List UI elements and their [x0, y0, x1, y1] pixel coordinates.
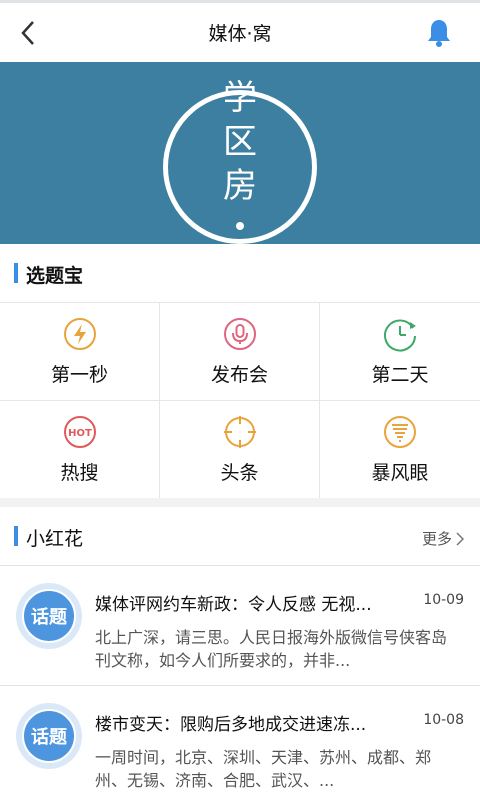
section-title: 选题宝	[26, 265, 84, 287]
banner-char: 房	[223, 166, 257, 206]
clock-refresh-icon	[384, 319, 416, 352]
section-accent	[14, 263, 18, 283]
page-title: 媒体·窝	[208, 23, 272, 45]
lightning-icon	[63, 318, 96, 350]
topic-press-conference[interactable]: 发布会	[160, 302, 320, 400]
crosshair-icon	[223, 416, 256, 448]
news-item[interactable]: 话题 楼市变天：限购后多地成交进速冻... 10-08 一周时间，北京、深圳、天…	[0, 685, 480, 800]
svg-text:HOT: HOT	[68, 428, 92, 439]
more-label: 更多	[421, 530, 452, 548]
bell-icon	[428, 20, 450, 47]
banner-dot	[236, 222, 244, 230]
section-accent	[14, 526, 18, 546]
hot-icon: HOT	[63, 416, 96, 448]
section-title: 小红花	[26, 528, 84, 550]
tornado-icon	[384, 416, 416, 448]
news-date: 10-08	[423, 712, 464, 728]
topic-label: 发布会	[210, 364, 268, 386]
topic-label: 暴风眼	[371, 462, 429, 484]
topic-storm-eye[interactable]: 暴风眼	[320, 400, 480, 498]
flowers-section-header: 小红花 更多	[0, 507, 480, 565]
topic-badge: 话题	[16, 703, 82, 769]
topic-headline[interactable]: 头条	[160, 400, 320, 498]
news-title: 媒体评网约车新政：令人反感 无视...	[95, 595, 372, 615]
banner-char: 区	[223, 122, 257, 162]
banner-text: 学 区 房	[0, 76, 480, 208]
topic-badge: 话题	[16, 583, 82, 649]
topic-label: 热搜	[60, 462, 99, 484]
topics-grid: 第一秒 发布会 第二天 HOT 热搜 头条 暴风眼	[0, 302, 480, 498]
app-header: 媒体·窝	[0, 0, 480, 62]
more-link[interactable]: 更多	[422, 528, 464, 549]
topic-badge-label: 话题	[22, 589, 76, 643]
news-summary: 北上广深，请三思。人民日报海外版微信号侠客岛刊文称，如今人们所要求的，并非...	[95, 628, 448, 670]
banner-char: 学	[223, 78, 257, 118]
topic-first-second[interactable]: 第一秒	[0, 302, 160, 400]
news-title: 楼市变天：限购后多地成交进速冻...	[95, 715, 367, 735]
notification-button[interactable]	[424, 16, 454, 50]
news-date: 10-09	[423, 592, 464, 608]
microphone-icon	[223, 318, 256, 350]
banner[interactable]: 学 区 房	[0, 62, 480, 244]
news-summary: 一周时间，北京、深圳、天津、苏州、成都、郑州、无锡、济南、合肥、武汉、...	[95, 748, 432, 790]
topics-section-header: 选题宝	[0, 244, 480, 302]
topic-hot-search[interactable]: HOT 热搜	[0, 400, 160, 498]
topic-label: 头条	[220, 462, 259, 484]
topic-badge-label: 话题	[22, 709, 76, 763]
topic-label: 第二天	[371, 364, 429, 386]
chevron-right-icon	[456, 531, 464, 546]
topic-label: 第一秒	[50, 364, 108, 386]
news-item[interactable]: 话题 媒体评网约车新政：令人反感 无视... 10-09 北上广深，请三思。人民…	[0, 565, 480, 685]
news-list: 话题 媒体评网约车新政：令人反感 无视... 10-09 北上广深，请三思。人民…	[0, 565, 480, 800]
topic-next-day[interactable]: 第二天	[320, 302, 480, 400]
